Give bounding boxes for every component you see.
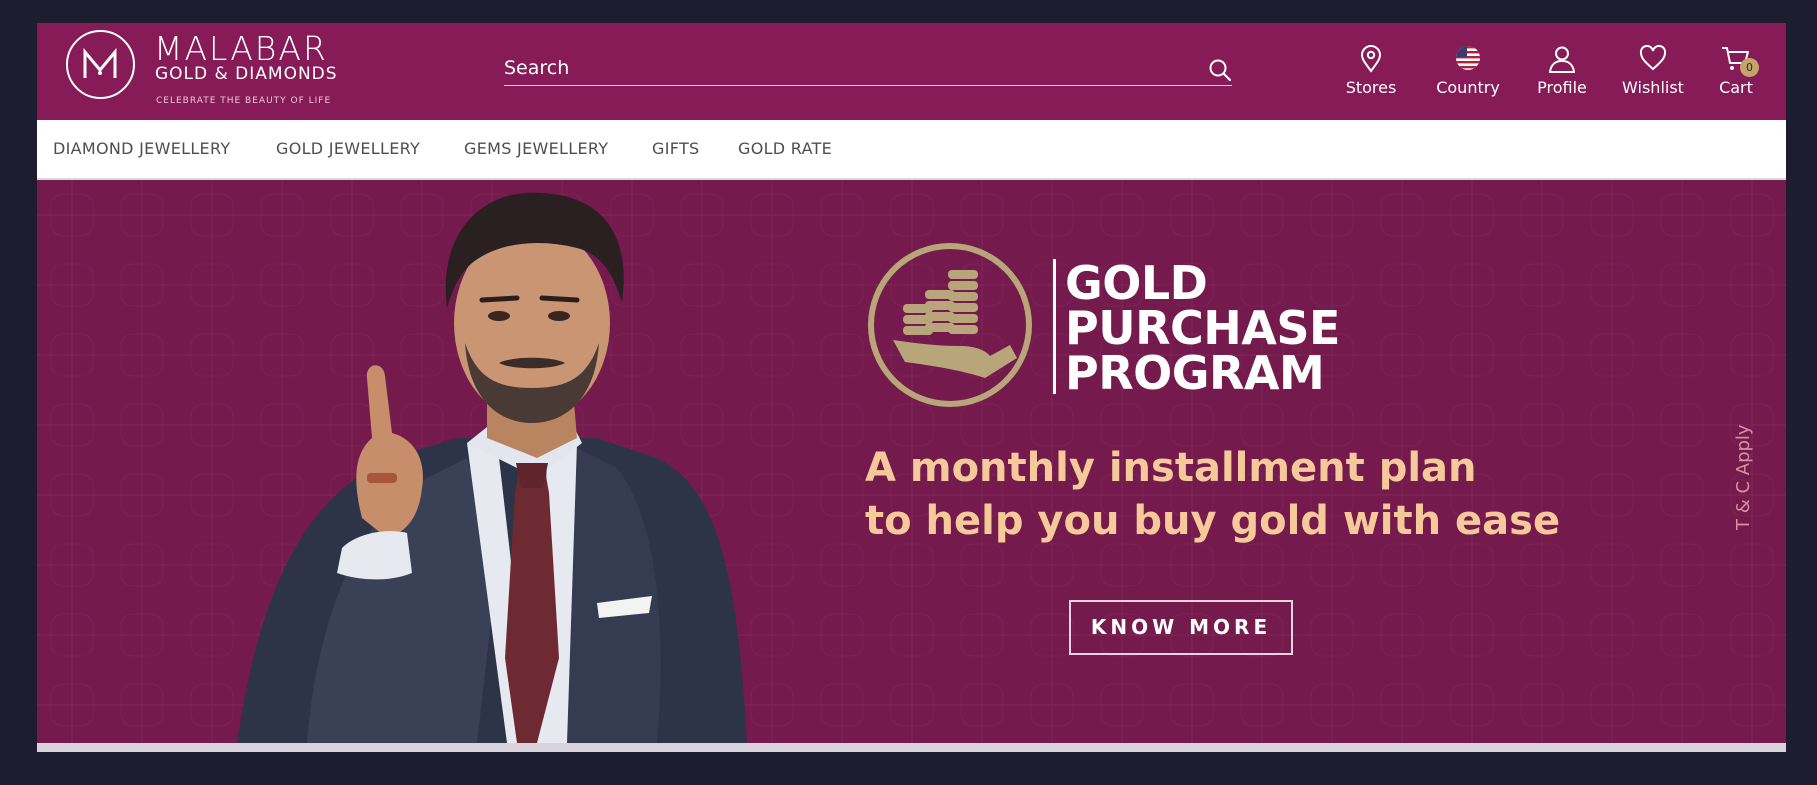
gold-coins-hand-icon xyxy=(868,243,1032,407)
cart-count-badge: 0 xyxy=(1740,58,1759,77)
brand-ambassador-image xyxy=(237,192,747,743)
header-nav-country[interactable]: Country xyxy=(1426,45,1510,103)
nav-item-gold-rate[interactable]: GOLD RATE xyxy=(738,120,832,178)
user-icon xyxy=(1525,45,1599,75)
brand-tagline: CELEBRATE THE BEAUTY OF LIFE xyxy=(156,96,332,106)
program-title-line: GOLD xyxy=(1065,256,1208,310)
search-input[interactable] xyxy=(504,53,1184,83)
search-icon[interactable] xyxy=(1208,58,1232,82)
heart-icon xyxy=(1615,45,1691,75)
brand-logo[interactable]: MALABAR GOLD & DIAMONDS CELEBRATE THE BE… xyxy=(66,23,346,120)
location-pin-icon xyxy=(1335,45,1407,75)
header-nav-label: Stores xyxy=(1345,78,1397,97)
nav-item-gold-jewellery[interactable]: GOLD JEWELLERY xyxy=(276,120,420,178)
program-title-line: PURCHASE xyxy=(1065,301,1340,355)
nav-item-gifts[interactable]: GIFTS xyxy=(652,120,699,178)
brand-name: MALABAR xyxy=(154,29,328,68)
logo-divider xyxy=(1053,259,1056,394)
hero-banner[interactable]: GOLD PURCHASE PROGRAM A monthly installm… xyxy=(37,180,1786,743)
header-nav-label: Profile xyxy=(1537,78,1587,97)
nav-item-diamond-jewellery[interactable]: DIAMOND JEWELLERY xyxy=(53,120,230,178)
header-nav-stores[interactable]: Stores xyxy=(1335,45,1407,103)
program-title: GOLD PURCHASE PROGRAM xyxy=(1065,256,1340,400)
logo-emblem-icon xyxy=(66,30,135,99)
terms-conditions-note[interactable]: T & C Apply xyxy=(1733,410,1754,530)
nav-item-gems-jewellery[interactable]: GEMS JEWELLERY xyxy=(464,120,608,178)
header-nav-label: Wishlist xyxy=(1622,78,1684,97)
tagline-line: A monthly installment plan xyxy=(865,445,1477,491)
page: MALABAR GOLD & DIAMONDS CELEBRATE THE BE… xyxy=(37,23,1786,753)
main-navigation: DIAMOND JEWELLERY GOLD JEWELLERY GEMS JE… xyxy=(37,120,1786,180)
banner-bottom-strip xyxy=(37,743,1786,752)
site-header: MALABAR GOLD & DIAMONDS CELEBRATE THE BE… xyxy=(37,23,1786,120)
header-nav-wishlist[interactable]: Wishlist xyxy=(1615,45,1691,103)
brand-subtitle: GOLD & DIAMONDS xyxy=(155,64,338,84)
header-nav-label: Cart xyxy=(1719,78,1753,97)
tagline-line: to help you buy gold with ease xyxy=(865,498,1561,544)
header-nav-profile[interactable]: Profile xyxy=(1525,45,1599,103)
us-flag-icon xyxy=(1426,45,1510,75)
search-bar xyxy=(504,53,1232,86)
program-title-line: PROGRAM xyxy=(1065,346,1325,400)
header-nav-cart[interactable]: Cart 0 xyxy=(1712,45,1760,103)
banner-tagline: A monthly installment plan to help you b… xyxy=(865,442,1560,548)
know-more-button[interactable]: KNOW MORE xyxy=(1069,600,1293,655)
header-nav-label: Country xyxy=(1436,78,1500,97)
